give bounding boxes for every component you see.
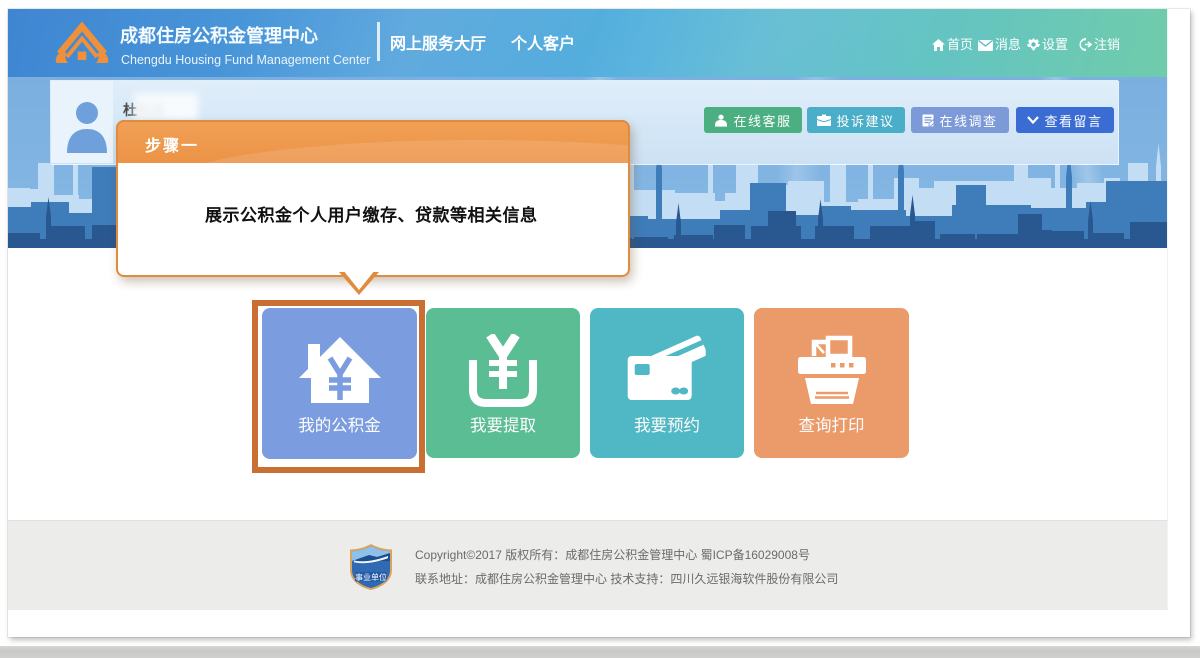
svg-text:事业单位: 事业单位 — [355, 572, 387, 582]
